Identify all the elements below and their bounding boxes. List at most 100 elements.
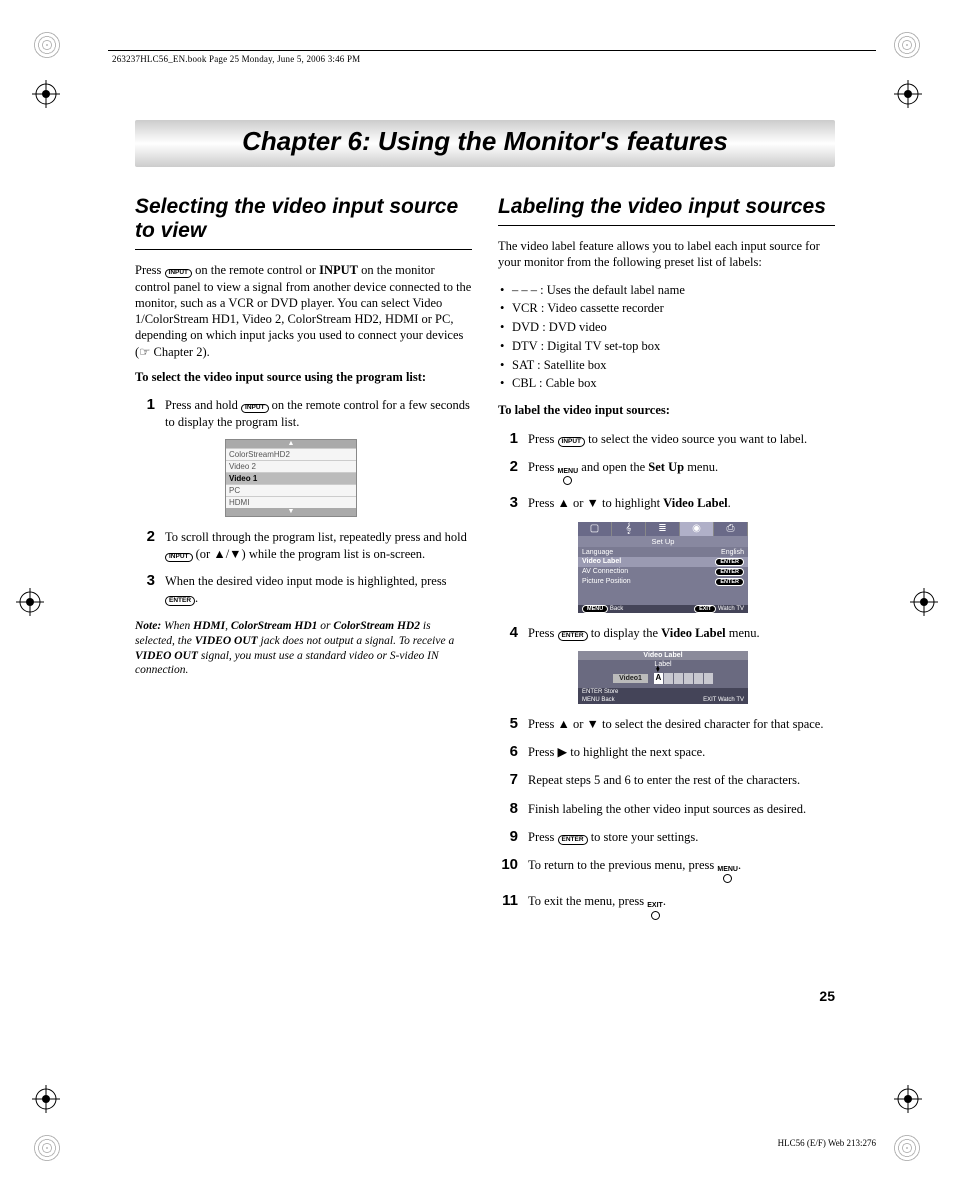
enter-pill-icon: ENTER [582, 689, 602, 695]
enter-pill-icon: ENTER [715, 578, 744, 586]
tab-icon: 𝄞 [612, 522, 646, 536]
prog-list-item-selected: Video 1 [226, 472, 356, 484]
list-item: VCR : Video cassette recorder [498, 299, 835, 318]
header-filename: 263237HLC56_EN.book Page 25 Monday, June… [112, 54, 360, 64]
label-menu-source: Video1 [613, 674, 648, 683]
left-step-2: 2 To scroll through the program list, re… [135, 527, 472, 563]
prog-list-item: ColorStreamHD2 [226, 448, 356, 460]
label-menu-char-boxes: ▲▼ A [654, 673, 713, 684]
menu-row-selected: Video LabelENTER [578, 557, 748, 567]
list-item: SAT : Satellite box [498, 356, 835, 375]
list-item: DVD : DVD video [498, 318, 835, 337]
menu-pill-icon: MENU [582, 697, 600, 703]
right-step-8: 8Finish labeling the other video input s… [498, 799, 835, 819]
left-subhead: To select the video input source using t… [135, 370, 472, 386]
menu-button-icon: MENU [558, 469, 579, 485]
prog-list-item: Video 2 [226, 460, 356, 472]
right-steps-4: 4Press ENTER to display the Video Label … [498, 623, 835, 643]
menu-button-icon: MENU [717, 867, 738, 883]
char-box [704, 673, 713, 684]
list-item: – – – : Uses the default label name [498, 281, 835, 300]
char-box-selected: ▲▼ A [654, 673, 663, 684]
chapter-title: Chapter 6: Using the Monitor's features [135, 120, 835, 167]
left-note: Note: When HDMI, ColorStream HD1 or Colo… [135, 619, 472, 679]
enter-button-icon: ENTER [558, 631, 588, 641]
menu-row: AV ConnectionENTER [578, 567, 748, 577]
right-column: Labeling the video input sources The vid… [498, 195, 835, 928]
label-menu-footer-1: ENTER Store [578, 688, 748, 696]
char-box [694, 673, 703, 684]
input-button-icon: INPUT [558, 437, 586, 447]
enter-button-icon: ENTER [165, 596, 195, 606]
exit-pill-icon: EXIT [703, 697, 716, 703]
label-menu-subtitle: Label [578, 660, 748, 669]
crop-mark-icon [892, 30, 922, 60]
tab-icon: ≣ [646, 522, 680, 536]
setup-menu-footer: MENU Back EXIT Watch TV [578, 605, 748, 613]
video-label-menu-osd: Video Label Label Video1 ▲▼ A [578, 651, 748, 704]
page-number: 25 [135, 988, 835, 1004]
menu-row: LanguageEnglish [578, 548, 748, 557]
prog-list-item: PC [226, 484, 356, 496]
crop-mark-icon [892, 1133, 922, 1163]
section-rule [498, 225, 835, 226]
right-step-7: 7Repeat steps 5 and 6 to enter the rest … [498, 770, 835, 790]
right-step-1: 1Press INPUT to select the video source … [498, 429, 835, 449]
label-preset-list: – – – : Uses the default label name VCR … [498, 281, 835, 394]
right-step-9: 9Press ENTER to store your settings. [498, 827, 835, 847]
menu-row: Picture PositionENTER [578, 577, 748, 587]
right-step-3: 3Press ▲ or ▼ to highlight Video Label. [498, 493, 835, 513]
header-rule [108, 50, 876, 51]
left-step-1: 1 Press and hold INPUT on the remote con… [135, 395, 472, 431]
list-item: DTV : Digital TV set-top box [498, 337, 835, 356]
exit-pill-icon: EXIT [694, 605, 716, 613]
tab-icon: ▢ [578, 522, 612, 536]
prog-list-item: HDMI [226, 496, 356, 508]
input-button-icon: INPUT [165, 553, 193, 563]
left-step-3: 3 When the desired video input mode is h… [135, 571, 472, 607]
left-steps-cont: 2 To scroll through the program list, re… [135, 527, 472, 607]
left-column: Selecting the video input source to view… [135, 195, 472, 928]
right-steps-rest: 5Press ▲ or ▼ to select the desired char… [498, 714, 835, 920]
exit-button-icon: EXIT [647, 903, 663, 919]
right-step-2: 2Press MENU and open the Set Up menu. [498, 457, 835, 485]
label-menu-footer-2: MENU Back EXIT Watch TV [578, 696, 748, 704]
setup-menu-title: Set Up [578, 536, 748, 547]
section-title-right: Labeling the video input sources [498, 195, 835, 219]
up-arrow-icon: ▲ [226, 440, 356, 448]
list-item: CBL : Cable box [498, 374, 835, 393]
crop-mark-icon [32, 1133, 62, 1163]
right-step-5: 5Press ▲ or ▼ to select the desired char… [498, 714, 835, 734]
right-subhead: To label the video input sources: [498, 403, 835, 419]
program-list-osd: ▲ ColorStreamHD2 Video 2 Video 1 PC HDMI… [225, 439, 357, 517]
down-arrow-icon: ▼ [226, 508, 356, 516]
registration-mark-icon [894, 80, 922, 108]
right-paragraph-1: The video label feature allows you to la… [498, 238, 835, 271]
registration-mark-icon [32, 80, 60, 108]
enter-pill-icon: ENTER [715, 558, 744, 566]
right-step-6: 6Press ▶ to highlight the next space. [498, 742, 835, 762]
input-button-icon: INPUT [165, 269, 193, 279]
right-steps: 1Press INPUT to select the video source … [498, 429, 835, 514]
enter-button-icon: ENTER [558, 835, 588, 845]
footer-filename: HLC56 (E/F) Web 213:276 [778, 1138, 876, 1148]
right-step-11: 11To exit the menu, press EXIT. [498, 891, 835, 919]
tab-icon: ⎙ [714, 522, 748, 536]
tab-icon-active: ◉ [680, 522, 714, 536]
section-rule [135, 249, 472, 250]
right-step-4: 4Press ENTER to display the Video Label … [498, 623, 835, 643]
section-title-left: Selecting the video input source to view [135, 195, 472, 243]
registration-mark-icon [910, 588, 938, 616]
char-box [664, 673, 673, 684]
right-step-10: 10To return to the previous menu, press … [498, 855, 835, 883]
left-steps: 1 Press and hold INPUT on the remote con… [135, 395, 472, 431]
enter-pill-icon: ENTER [715, 568, 744, 576]
label-menu-title: Video Label [578, 651, 748, 660]
char-box [674, 673, 683, 684]
registration-mark-icon [32, 1085, 60, 1113]
menu-pill-icon: MENU [582, 605, 608, 613]
char-box [684, 673, 693, 684]
crop-mark-icon [32, 30, 62, 60]
registration-mark-icon [894, 1085, 922, 1113]
registration-mark-icon [16, 588, 44, 616]
